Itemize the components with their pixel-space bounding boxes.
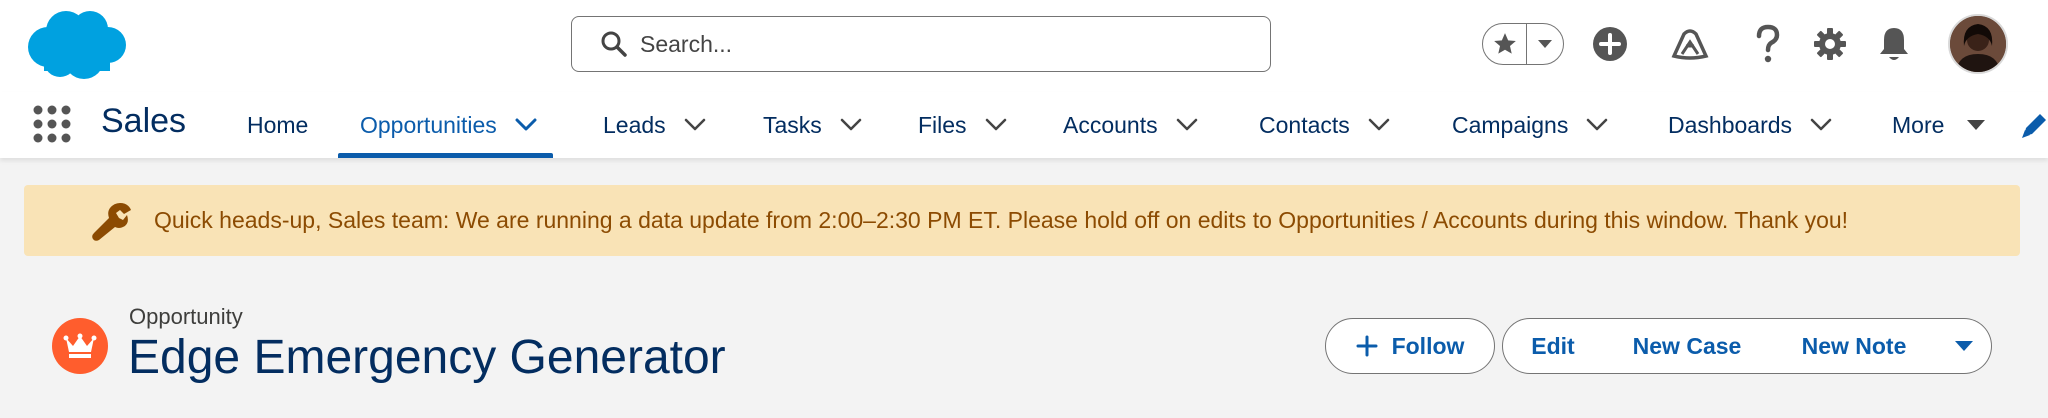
favorites-dropdown-icon[interactable] <box>1527 24 1563 64</box>
chevron-down-icon[interactable] <box>684 118 706 132</box>
chevron-down-icon[interactable] <box>1586 118 1608 132</box>
nav-item-label: Tasks <box>763 111 822 138</box>
app-name: Sales <box>101 102 187 140</box>
announcement-message: Quick heads-up, Sales team: We are runni… <box>154 207 1849 233</box>
nav-item-label: Accounts <box>1063 111 1158 138</box>
nav-item-label: Home <box>247 111 309 138</box>
nav-item-tasks[interactable]: Tasks <box>763 92 862 158</box>
user-avatar[interactable] <box>1948 14 2008 74</box>
search-input[interactable] <box>640 30 1240 58</box>
record-type-label: Opportunity <box>129 304 243 329</box>
follow-button[interactable]: Follow <box>1325 318 1495 374</box>
nav-item-campaigns[interactable]: Campaigns <box>1452 92 1608 158</box>
edit-nav-pencil-icon[interactable] <box>2020 110 2048 140</box>
caret-down-icon <box>1967 120 1986 130</box>
nav-item-label: Dashboards <box>1668 111 1793 138</box>
chevron-down-icon[interactable] <box>1368 118 1390 132</box>
setup-gear-icon[interactable] <box>1810 22 1850 66</box>
follow-label: Follow <box>1391 332 1465 359</box>
nav-item-contacts[interactable]: Contacts <box>1259 92 1390 158</box>
nav-item-dashboards[interactable]: Dashboards <box>1668 92 1832 158</box>
edit-label: Edit <box>1531 332 1575 359</box>
caret-down-icon <box>1954 341 1973 351</box>
nav-item-opportunities[interactable]: Opportunities <box>338 92 553 158</box>
global-search[interactable] <box>571 16 1271 72</box>
nav-item-label: Contacts <box>1259 111 1350 138</box>
new-case-button[interactable]: New Case <box>1602 318 1773 374</box>
trailhead-icon[interactable] <box>1670 22 1710 66</box>
opportunity-crown-icon <box>52 318 108 374</box>
new-case-label: New Case <box>1632 332 1742 359</box>
chevron-down-icon[interactable] <box>840 118 862 132</box>
favorites-button-group <box>1482 23 1564 65</box>
nav-item-accounts[interactable]: Accounts <box>1063 92 1198 158</box>
nav-item-label: More <box>1892 111 1945 138</box>
wrench-icon <box>90 199 134 243</box>
nav-item-more[interactable]: More <box>1892 92 1986 158</box>
global-header <box>0 0 2048 92</box>
notifications-bell-icon[interactable] <box>1874 22 1914 66</box>
new-note-button[interactable]: New Note <box>1771 318 1938 374</box>
app-launcher-icon[interactable] <box>32 104 72 144</box>
chevron-down-icon[interactable] <box>515 118 537 132</box>
nav-item-label: Campaigns <box>1452 111 1569 138</box>
nav-item-label: Opportunities <box>360 111 497 138</box>
record-title: Edge Emergency Generator <box>128 331 726 384</box>
favorites-star-icon[interactable] <box>1483 24 1527 64</box>
nav-item-home[interactable]: Home <box>247 92 308 158</box>
chevron-down-icon[interactable] <box>1810 118 1832 132</box>
plus-icon <box>1356 335 1378 357</box>
edit-button[interactable]: Edit <box>1502 318 1604 374</box>
help-icon[interactable] <box>1748 22 1788 66</box>
more-actions-button[interactable] <box>1936 318 1992 374</box>
nav-item-label: Files <box>918 111 967 138</box>
chevron-down-icon[interactable] <box>985 118 1007 132</box>
chevron-down-icon[interactable] <box>1176 118 1198 132</box>
salesforce-logo[interactable] <box>22 7 128 83</box>
nav-item-leads[interactable]: Leads <box>603 92 706 158</box>
global-create-icon[interactable] <box>1590 22 1630 66</box>
app-nav-bar: Sales Home Opportunities Leads Tasks Fil… <box>0 92 2048 158</box>
announcement-banner: Quick heads-up, Sales team: We are runni… <box>24 185 2020 256</box>
search-icon <box>600 30 628 58</box>
nav-item-files[interactable]: Files <box>918 92 1007 158</box>
new-note-label: New Note <box>1801 332 1907 359</box>
nav-item-label: Leads <box>603 111 666 138</box>
